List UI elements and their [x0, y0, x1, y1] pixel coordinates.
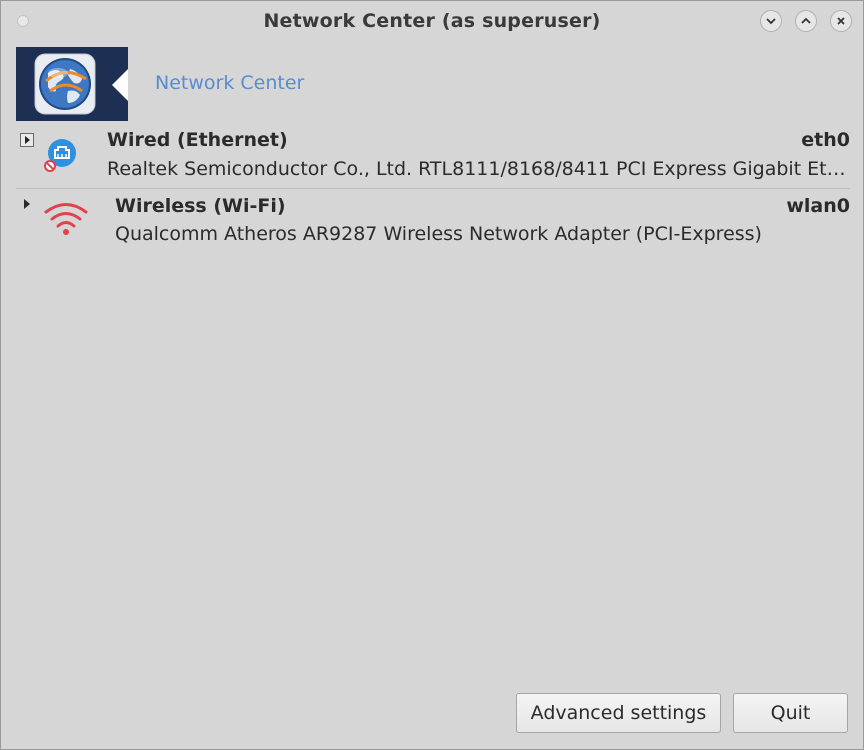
expander-arrow-icon[interactable] [24, 199, 30, 209]
expander-arrow-icon[interactable] [20, 133, 34, 147]
network-globe-icon [34, 53, 96, 115]
network-center-window: Network Center (as superuser) Network Ce… [0, 0, 864, 750]
device-description: Qualcomm Atheros AR9287 Wireless Network… [115, 223, 762, 245]
chevron-up-icon [801, 17, 811, 24]
window-title: Network Center (as superuser) [263, 10, 601, 32]
maximize-button[interactable] [795, 10, 817, 32]
device-name: Wired (Ethernet) [107, 129, 288, 151]
wifi-icon [44, 203, 88, 235]
minimize-button[interactable] [760, 10, 782, 32]
banner-notch [112, 69, 128, 101]
header-title: Network Center [155, 72, 305, 94]
device-name: Wireless (Wi-Fi) [115, 195, 286, 217]
device-row-wired[interactable]: Wired (Ethernet) eth0 Realtek Semiconduc… [16, 125, 850, 187]
header-banner [16, 47, 128, 121]
wired-disconnected-icon [44, 139, 76, 172]
close-icon [837, 17, 845, 25]
device-interface: wlan0 [786, 195, 850, 217]
quit-button[interactable]: Quit [733, 693, 848, 733]
close-button[interactable] [830, 10, 852, 32]
divider [16, 188, 850, 189]
device-description: Realtek Semiconductor Co., Ltd. RTL8111/… [107, 158, 849, 180]
device-interface: eth0 [801, 129, 850, 151]
title-bar[interactable]: Network Center (as superuser) [1, 1, 863, 41]
advanced-settings-button[interactable]: Advanced settings [516, 693, 721, 733]
chevron-down-icon [766, 18, 776, 25]
device-row-wireless[interactable]: Wireless (Wi-Fi) wlan0 Qualcomm Atheros … [16, 191, 850, 253]
